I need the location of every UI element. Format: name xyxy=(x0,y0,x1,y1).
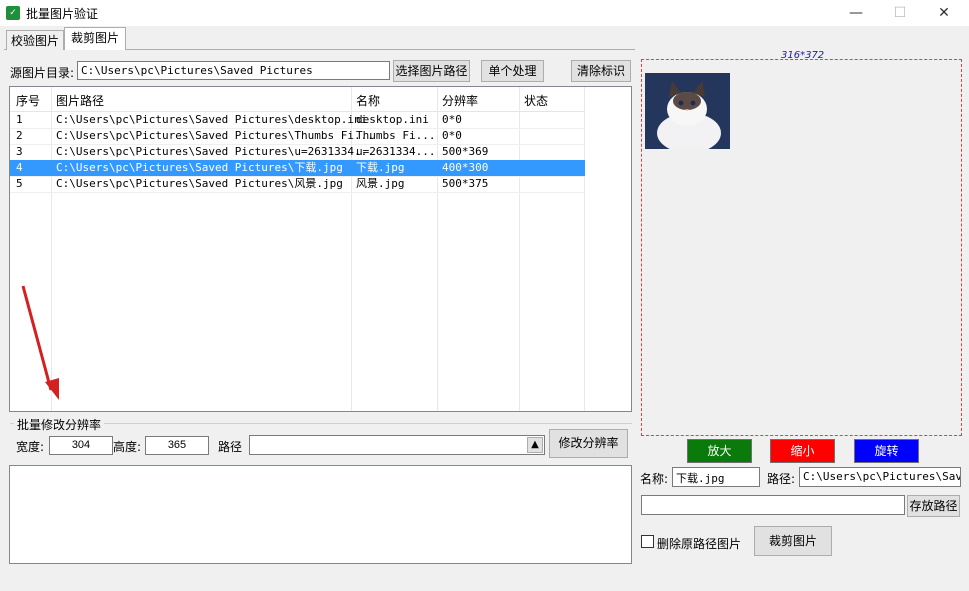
batch-group-label: 批量修改分辨率 xyxy=(14,416,105,433)
save-path-button[interactable]: 存放路径 xyxy=(907,495,960,517)
clear-marks-button[interactable]: 清除标识 xyxy=(571,60,631,82)
zoom-in-button[interactable]: 放大 xyxy=(687,439,752,463)
table-row[interactable]: 1 C:\Users\pc\Pictures\Saved Pictures\des… xyxy=(10,112,585,129)
cat-image xyxy=(645,73,730,149)
annotation-arrow xyxy=(21,285,59,400)
header-path[interactable]: 图片路径 xyxy=(56,92,104,109)
app-icon: ✓ xyxy=(6,6,20,20)
minimize-button[interactable]: — xyxy=(833,0,879,26)
header-status[interactable]: 状态 xyxy=(524,92,548,109)
source-dir-input[interactable]: C:\Users\pc\Pictures\Saved Pictures xyxy=(77,61,390,80)
save-path-input[interactable] xyxy=(641,495,905,515)
width-label: 宽度: xyxy=(16,440,45,454)
delete-original-label: 删除原路径图片 xyxy=(657,537,742,551)
title-bar xyxy=(0,0,969,26)
table-row[interactable]: 3 C:\Users\pc\Pictures\Saved Pictures\u=2… xyxy=(10,144,585,161)
table-header: 序号 图片路径 名称 分辨率 状态 xyxy=(10,87,585,112)
name-label: 名称: xyxy=(640,472,669,486)
output-path-input[interactable]: C:\Users\pc\Pictures\Saved xyxy=(799,467,961,487)
width-input[interactable]: 304 xyxy=(49,436,113,455)
maximize-button[interactable]: ☐ xyxy=(877,0,923,26)
choose-path-button[interactable]: 选择图片路径 xyxy=(393,60,470,82)
header-name[interactable]: 名称 xyxy=(356,92,380,109)
source-dir-label: 源图片目录: xyxy=(10,66,75,80)
tab-verify-images[interactable]: 校验图片 xyxy=(6,30,64,50)
path-dropdown-icon[interactable]: ▲ xyxy=(527,437,543,453)
close-button[interactable]: ✕ xyxy=(921,0,967,26)
name-input[interactable]: 下载.jpg xyxy=(672,467,760,487)
single-process-button[interactable]: 单个处理 xyxy=(481,60,544,82)
zoom-out-button[interactable]: 缩小 xyxy=(770,439,835,463)
modify-resolution-button[interactable]: 修改分辨率 xyxy=(549,429,628,458)
output-path-label: 路径: xyxy=(767,472,796,486)
log-textarea[interactable] xyxy=(9,465,632,564)
table-row[interactable]: 2 C:\Users\pc\Pictures\Saved Pictures\Thu… xyxy=(10,128,585,145)
height-label: 高度: xyxy=(113,440,142,454)
crop-image-button[interactable]: 裁剪图片 xyxy=(754,526,832,556)
header-resolution[interactable]: 分辨率 xyxy=(442,92,478,109)
delete-original-checkbox[interactable] xyxy=(641,535,654,548)
image-list-table[interactable]: 序号 图片路径 名称 分辨率 状态 1 C:\Users\pc\Pictures\… xyxy=(9,86,632,412)
rotate-button[interactable]: 旋转 xyxy=(854,439,919,463)
table-row[interactable]: 5 C:\Users\pc\Pictures\Saved Pictures\风景.… xyxy=(10,176,585,193)
height-input[interactable]: 365 xyxy=(145,436,209,455)
window-title: 批量图片验证 xyxy=(26,7,99,21)
header-index[interactable]: 序号 xyxy=(16,92,40,109)
tab-crop-images[interactable]: 裁剪图片 xyxy=(64,27,126,50)
batch-path-input[interactable] xyxy=(249,435,545,455)
path-label: 路径 xyxy=(218,440,243,454)
table-row-selected[interactable]: 4 C:\Users\pc\Pictures\Saved Pictures\下载.… xyxy=(10,160,585,177)
